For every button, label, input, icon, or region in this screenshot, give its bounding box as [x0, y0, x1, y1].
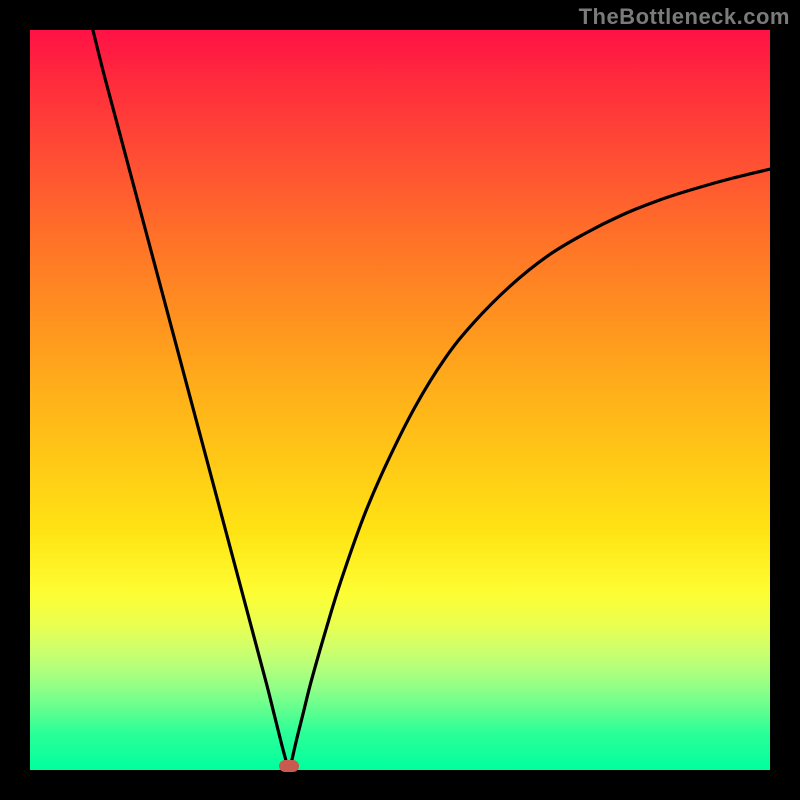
watermark-text: TheBottleneck.com: [579, 4, 790, 30]
curve-right-branch: [290, 169, 770, 766]
curve-layer: [30, 30, 770, 770]
curve-left-branch: [93, 30, 288, 766]
vertex-marker: [279, 760, 299, 772]
chart-frame: TheBottleneck.com: [0, 0, 800, 800]
